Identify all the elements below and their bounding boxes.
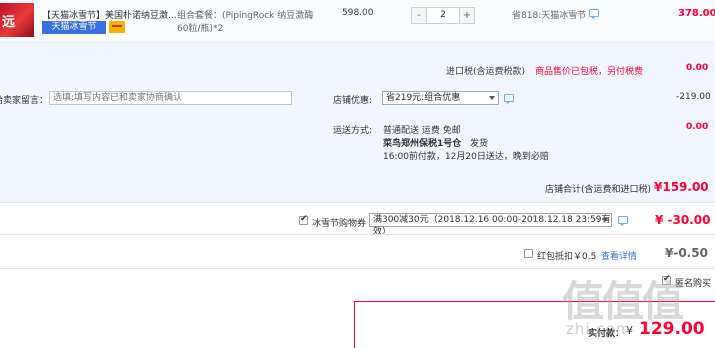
saving-text: 省818:天猫冰雪节	[512, 11, 587, 21]
message-label: 给卖家留言：	[0, 96, 49, 106]
shipping-method: 普通配送 运费 免邮	[383, 126, 461, 136]
quantity-stepper: - +	[411, 7, 475, 24]
coupon-label: 冰雪节购物券	[312, 219, 367, 229]
quantity-minus-button[interactable]: -	[412, 8, 427, 23]
shipping-value: 0.00	[686, 122, 709, 132]
shipping-dispatch: 发货	[470, 139, 489, 149]
red-packet-checkbox[interactable]	[524, 249, 533, 258]
product-title[interactable]: 【天猫冰雪节】美国朴诺纳豆激...	[42, 8, 177, 21]
shipping-label: 运送方式:	[333, 126, 373, 136]
coupon-value: ¥ -30.00	[655, 213, 711, 227]
shop-discount-label: 店铺优惠:	[333, 96, 373, 106]
discount-chat-icon[interactable]	[504, 94, 514, 105]
import-tax-note: 商品售价已包税，另付税费	[535, 67, 644, 77]
coupon-select[interactable]: 满300减30元（2018.12.16 00:00-2018.12.18 23:…	[369, 213, 612, 237]
watermark-text: zhi.com	[566, 320, 632, 338]
divider	[0, 234, 715, 235]
product-row: 远 【天猫冰雪节】美国朴诺纳豆激... 天猫冰雪节 组合套餐：(PipingRo…	[0, 0, 715, 43]
product-sku-line2: 60粒/瓶)*2	[177, 24, 224, 34]
shop-discount-select[interactable]: 省219元:组合优惠	[382, 91, 499, 105]
import-tax-label: 进口税(含运费税款)	[446, 67, 526, 77]
dropdown-arrow-icon	[602, 218, 608, 222]
tmall-festival-badge: 天猫冰雪节	[42, 21, 106, 34]
shop-discount-value: -219.00	[676, 92, 711, 102]
shop-total-value: ¥159.00	[654, 180, 709, 194]
red-packet-label: 红包抵扣￥0.5	[537, 252, 597, 262]
dropdown-arrow-icon	[489, 96, 495, 100]
red-packet-value: ¥-0.50	[665, 246, 708, 260]
product-thumbnail-text: 远	[2, 15, 16, 30]
message-input[interactable]	[49, 91, 292, 105]
product-sku: 组合套餐：(PipingRock 纳豆激酶	[177, 11, 314, 21]
credit-card-icon	[109, 21, 125, 33]
quantity-plus-button[interactable]: +	[459, 8, 474, 23]
item-subtotal: 378.00	[678, 8, 715, 19]
shipping-warehouse: 菜鸟郑州保税1号仓	[383, 139, 462, 149]
coupon-checkbox[interactable]	[299, 214, 308, 225]
product-thumbnail[interactable]: 远	[0, 3, 34, 37]
red-packet-details-link[interactable]: 查看详情	[601, 249, 637, 262]
shop-discount-option: 省219元:组合优惠	[386, 93, 461, 103]
coupon-chat-icon[interactable]	[618, 216, 628, 227]
order-options-panel: 进口税(含运费税款) 商品售价已包税，另付税费 0.00 给卖家留言： 店铺优惠…	[0, 43, 715, 203]
import-tax-value: 0.00	[686, 63, 709, 73]
shipping-timing: 16:00前付款，12月20日送达，晚到必赔	[383, 152, 549, 162]
chat-icon[interactable]	[589, 9, 599, 20]
shop-total-label: 店铺合计(含运费和进口税)	[545, 185, 652, 195]
quantity-input[interactable]	[428, 8, 458, 23]
unit-price: 598.00	[342, 8, 374, 18]
